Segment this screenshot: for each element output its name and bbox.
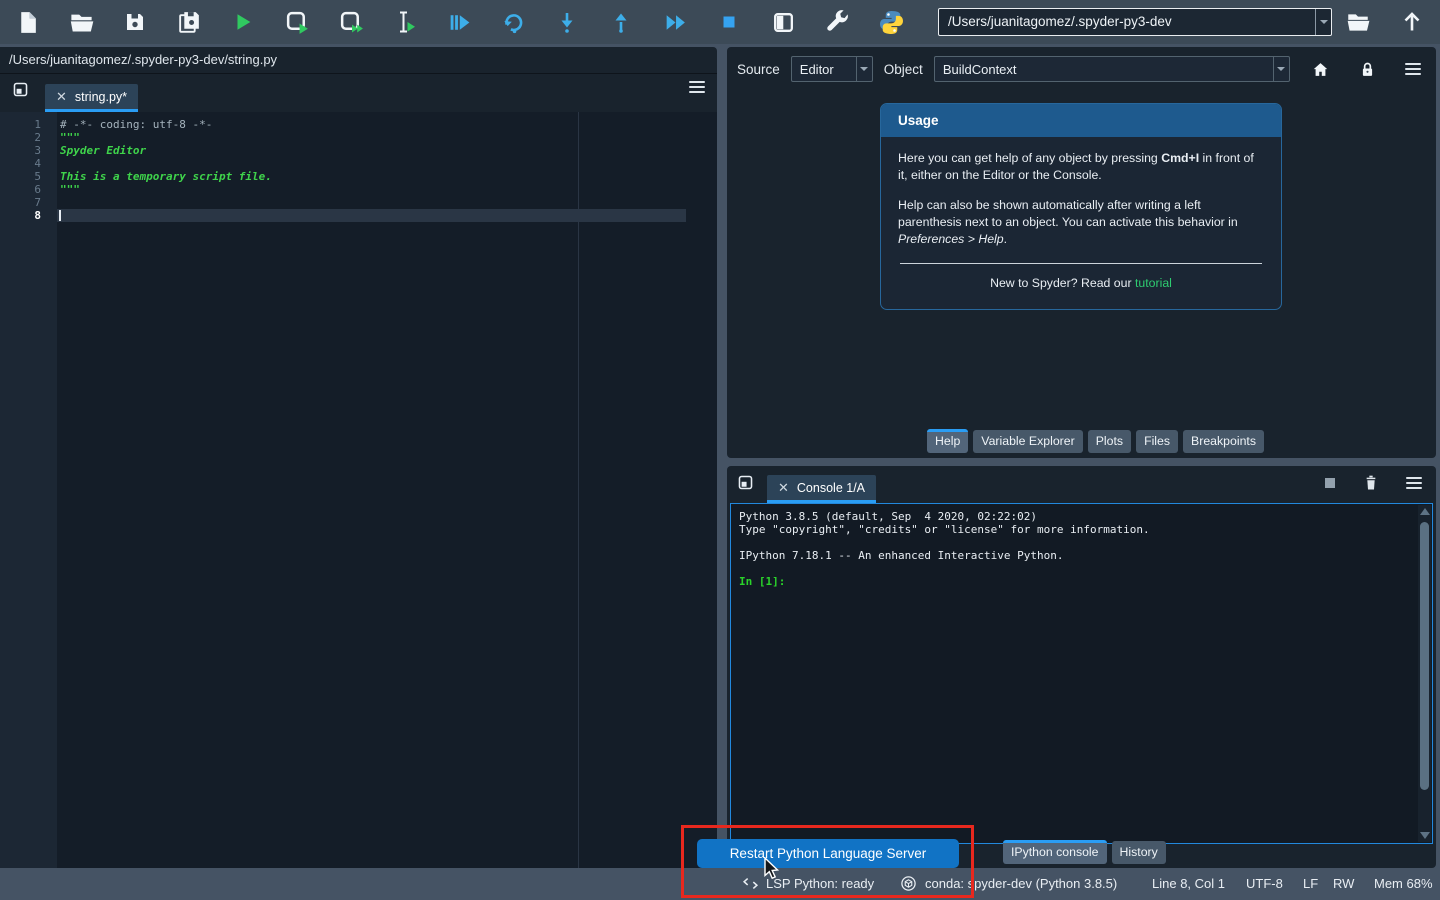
tutorial-link[interactable]: tutorial: [1135, 276, 1172, 290]
run-selection-icon[interactable]: [391, 8, 419, 36]
source-combobox[interactable]: Editor: [791, 56, 873, 82]
code-line: """: [57, 183, 717, 196]
console-prompt[interactable]: In [1]:: [739, 575, 1424, 588]
tab-ipython-console[interactable]: IPython console: [1003, 840, 1107, 864]
code-line: [57, 196, 717, 209]
restart-language-server-button[interactable]: Restart Python Language Server: [697, 839, 959, 868]
help-options-menu-icon[interactable]: [1405, 63, 1421, 75]
current-code-line: [57, 209, 717, 222]
maximize-pane-icon[interactable]: [769, 8, 797, 36]
mouse-cursor: [763, 857, 783, 879]
line-number-gutter: 1 2 3 4 5 6 7 8: [0, 112, 57, 868]
editor-file-path: /Users/juanitagomez/.spyder-py3-dev/stri…: [0, 47, 717, 74]
stop-icon[interactable]: [715, 8, 743, 36]
usage-paragraph-2: Help can also be shown automatically aft…: [898, 197, 1264, 248]
scrollbar-thumb[interactable]: [1420, 522, 1429, 790]
usage-footer: New to Spyder? Read our tutorial: [898, 275, 1264, 297]
code-line: [57, 157, 717, 170]
line-ending: LF: [1303, 876, 1318, 891]
object-dropdown-arrow[interactable]: [1273, 57, 1289, 81]
continue-execution-icon[interactable]: [661, 8, 689, 36]
code-line: Spyder Editor: [57, 144, 717, 157]
interrupt-kernel-icon[interactable]: [1324, 477, 1336, 489]
python-logo-icon[interactable]: [877, 8, 905, 36]
code-area[interactable]: # -*- coding: utf-8 -*- """ Spyder Edito…: [57, 112, 717, 868]
console-tab-bar: ✕ Console 1/A: [727, 466, 1436, 503]
console-tab[interactable]: ✕ Console 1/A: [767, 475, 876, 503]
console-bottom-tab-bar: IPython console History: [1003, 840, 1166, 864]
help-pane: Source Editor Object BuildContext: [727, 47, 1436, 458]
console-tab-label: Console 1/A: [797, 481, 865, 495]
close-tab-icon[interactable]: ✕: [56, 90, 67, 103]
file-encoding: UTF-8: [1246, 876, 1283, 891]
working-directory-value: /Users/juanitagomez/.spyder-py3-dev: [939, 9, 1315, 35]
run-cell-advance-icon[interactable]: [337, 8, 365, 36]
step-into-icon[interactable]: [553, 8, 581, 36]
tab-history[interactable]: History: [1112, 841, 1166, 864]
working-directory-dropdown-arrow[interactable]: [1315, 9, 1331, 35]
console-scrollbar[interactable]: [1418, 505, 1431, 842]
remove-console-trash-icon[interactable]: [1363, 474, 1379, 492]
cursor-position: Line 8, Col 1: [1152, 876, 1225, 891]
run-file-icon[interactable]: [229, 8, 257, 36]
code-line: # -*- coding: utf-8 -*-: [57, 118, 717, 131]
usage-card: Usage Here you can get help of any objec…: [880, 103, 1282, 310]
tab-help[interactable]: Help: [927, 429, 968, 453]
source-label: Source: [737, 62, 780, 77]
main-toolbar: /Users/juanitagomez/.spyder-py3-dev: [0, 0, 1440, 44]
editor-tab-stringpy[interactable]: ✕ string.py*: [45, 84, 138, 112]
save-icon[interactable]: [121, 8, 149, 36]
console-pane: ✕ Console 1/A Python 3.8.5 (default, Sep…: [727, 466, 1436, 868]
tab-files[interactable]: Files: [1136, 430, 1178, 453]
code-line: """: [57, 131, 717, 144]
editor-tab-label: string.py*: [75, 90, 127, 104]
code-line: This is a temporary script file.: [57, 170, 717, 183]
console-options-menu-icon[interactable]: [1406, 477, 1422, 489]
editor-options-menu-icon[interactable]: [689, 81, 705, 93]
file-permissions: RW: [1333, 876, 1354, 891]
usage-title: Usage: [881, 104, 1281, 137]
plugin-tab-bar: Help Variable Explorer Plots Files Break…: [927, 429, 1264, 453]
tab-plots[interactable]: Plots: [1088, 430, 1131, 453]
preferences-wrench-icon[interactable]: [823, 8, 851, 36]
browse-directory-icon[interactable]: [1344, 8, 1372, 36]
source-dropdown-arrow[interactable]: [856, 57, 872, 81]
object-combobox[interactable]: BuildContext: [934, 56, 1290, 82]
object-label: Object: [884, 62, 923, 77]
run-current-line-icon[interactable]: [499, 8, 527, 36]
code-editor[interactable]: 1 2 3 4 5 6 7 8 # -*- coding: utf-8 -*- …: [0, 112, 717, 868]
column-ruler: [578, 112, 579, 868]
save-all-icon[interactable]: [175, 8, 203, 36]
usage-divider: [900, 263, 1262, 264]
close-console-icon[interactable]: ✕: [778, 481, 789, 494]
scroll-down-icon[interactable]: [1420, 832, 1430, 839]
home-icon[interactable]: [1311, 60, 1330, 79]
browse-consoles-icon[interactable]: [737, 474, 754, 491]
open-file-icon[interactable]: [67, 8, 95, 36]
spyder-window: /Users/juanitagomez/.spyder-py3-dev /Use…: [0, 0, 1440, 900]
usage-paragraph-1: Here you can get help of any object by p…: [898, 150, 1264, 184]
step-out-icon[interactable]: [607, 8, 635, 36]
tab-breakpoints[interactable]: Breakpoints: [1183, 430, 1264, 453]
editor-pane: /Users/juanitagomez/.spyder-py3-dev/stri…: [0, 47, 717, 868]
run-cell-icon[interactable]: [283, 8, 311, 36]
scroll-up-icon[interactable]: [1420, 508, 1430, 515]
new-file-icon[interactable]: [13, 8, 41, 36]
debug-file-icon[interactable]: [445, 8, 473, 36]
memory-usage: Mem 68%: [1374, 876, 1433, 891]
parent-directory-icon[interactable]: [1398, 8, 1426, 36]
tab-variable-explorer[interactable]: Variable Explorer: [973, 430, 1082, 453]
browse-tabs-icon[interactable]: [12, 81, 29, 98]
ipython-console-view[interactable]: Python 3.8.5 (default, Sep 4 2020, 02:22…: [730, 503, 1433, 844]
editor-tab-bar: ✕ string.py*: [0, 74, 717, 112]
working-directory-combobox[interactable]: /Users/juanitagomez/.spyder-py3-dev: [938, 8, 1332, 36]
lock-icon[interactable]: [1359, 60, 1376, 79]
